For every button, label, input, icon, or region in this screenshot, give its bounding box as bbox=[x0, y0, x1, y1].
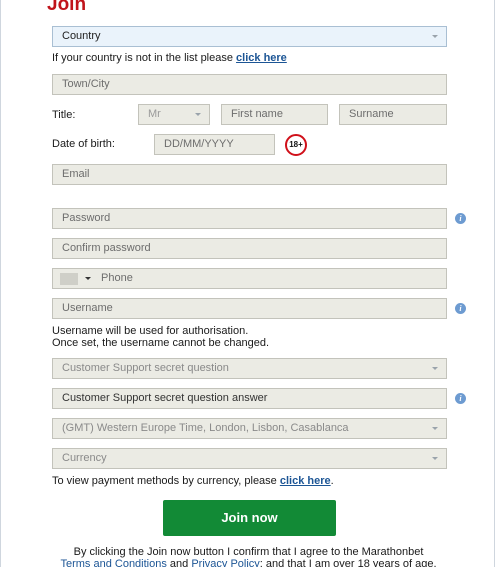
phone-placeholder: Phone bbox=[101, 272, 133, 284]
username-placeholder: Username bbox=[62, 302, 113, 314]
first-name-input[interactable]: First name bbox=[221, 104, 328, 125]
secret-question-value: Customer Support secret question bbox=[62, 362, 229, 374]
country-select[interactable]: Country bbox=[52, 26, 447, 47]
currency-select[interactable]: Currency bbox=[52, 448, 447, 469]
payment-hint-link[interactable]: click here bbox=[280, 475, 331, 487]
confirm-password-placeholder: Confirm password bbox=[62, 242, 151, 254]
join-now-button[interactable]: Join now bbox=[163, 500, 336, 536]
chevron-down-icon bbox=[195, 113, 201, 116]
info-icon[interactable]: i bbox=[455, 213, 466, 224]
username-input[interactable]: Username bbox=[52, 298, 447, 319]
info-icon[interactable]: i bbox=[455, 303, 466, 314]
dob-input[interactable]: DD/MM/YYYY bbox=[154, 134, 275, 155]
title-label: Title: bbox=[52, 109, 76, 121]
secret-answer-placeholder: Customer Support secret question answer bbox=[62, 392, 268, 404]
title-select-value: Mr bbox=[148, 108, 161, 120]
dob-placeholder: DD/MM/YYYY bbox=[164, 138, 234, 150]
title-select[interactable]: Mr bbox=[138, 104, 210, 125]
email-input[interactable]: Email bbox=[52, 164, 447, 185]
chevron-down-icon bbox=[432, 35, 438, 38]
timezone-select[interactable]: (GMT) Western Europe Time, London, Lisbo… bbox=[52, 418, 447, 439]
privacy-link[interactable]: Privacy Policy bbox=[191, 558, 259, 567]
username-note-line2: Once set, the username cannot be changed… bbox=[52, 337, 270, 349]
chevron-down-icon bbox=[432, 427, 438, 430]
terms-link[interactable]: Terms and Conditions bbox=[60, 558, 166, 567]
consent-tail: ; and that I am over 18 years of age. bbox=[259, 558, 437, 567]
payment-hint: To view payment methods by currency, ple… bbox=[52, 475, 334, 488]
page-title: Join bbox=[47, 0, 87, 15]
chevron-down-icon[interactable] bbox=[85, 277, 91, 280]
registration-form: Join Country If your country is not in t… bbox=[0, 0, 495, 567]
consent-and: and bbox=[166, 558, 192, 567]
consent-line2: Terms and Conditions and Privacy Policy;… bbox=[1, 558, 494, 567]
chevron-down-icon bbox=[432, 367, 438, 370]
payment-hint-end: . bbox=[330, 475, 334, 487]
password-placeholder: Password bbox=[62, 212, 111, 224]
town-input[interactable]: Town/City bbox=[52, 74, 447, 95]
dob-label: Date of birth: bbox=[52, 138, 115, 150]
email-placeholder: Email bbox=[62, 168, 90, 180]
timezone-value: (GMT) Western Europe Time, London, Lisbo… bbox=[62, 422, 349, 434]
country-hint: If your country is not in the list pleas… bbox=[52, 52, 287, 65]
country-hint-text: If your country is not in the list pleas… bbox=[52, 52, 237, 64]
chevron-down-icon bbox=[432, 457, 438, 460]
info-icon[interactable]: i bbox=[455, 393, 466, 404]
town-input-placeholder: Town/City bbox=[62, 78, 110, 90]
phone-input[interactable]: Phone bbox=[52, 268, 447, 289]
country-select-value: Country bbox=[62, 30, 101, 42]
surname-placeholder: Surname bbox=[349, 108, 394, 120]
first-name-placeholder: First name bbox=[231, 108, 283, 120]
country-hint-link[interactable]: click here bbox=[236, 52, 287, 64]
currency-value: Currency bbox=[62, 452, 107, 464]
payment-hint-text: To view payment methods by currency, ple… bbox=[52, 475, 280, 487]
password-input[interactable]: Password bbox=[52, 208, 447, 229]
surname-input[interactable]: Surname bbox=[339, 104, 447, 125]
age-18-badge: 18+ bbox=[285, 134, 307, 156]
secret-question-select[interactable]: Customer Support secret question bbox=[52, 358, 447, 379]
flag-icon[interactable] bbox=[60, 273, 78, 285]
secret-answer-input[interactable]: Customer Support secret question answer bbox=[52, 388, 447, 409]
confirm-password-input[interactable]: Confirm password bbox=[52, 238, 447, 259]
